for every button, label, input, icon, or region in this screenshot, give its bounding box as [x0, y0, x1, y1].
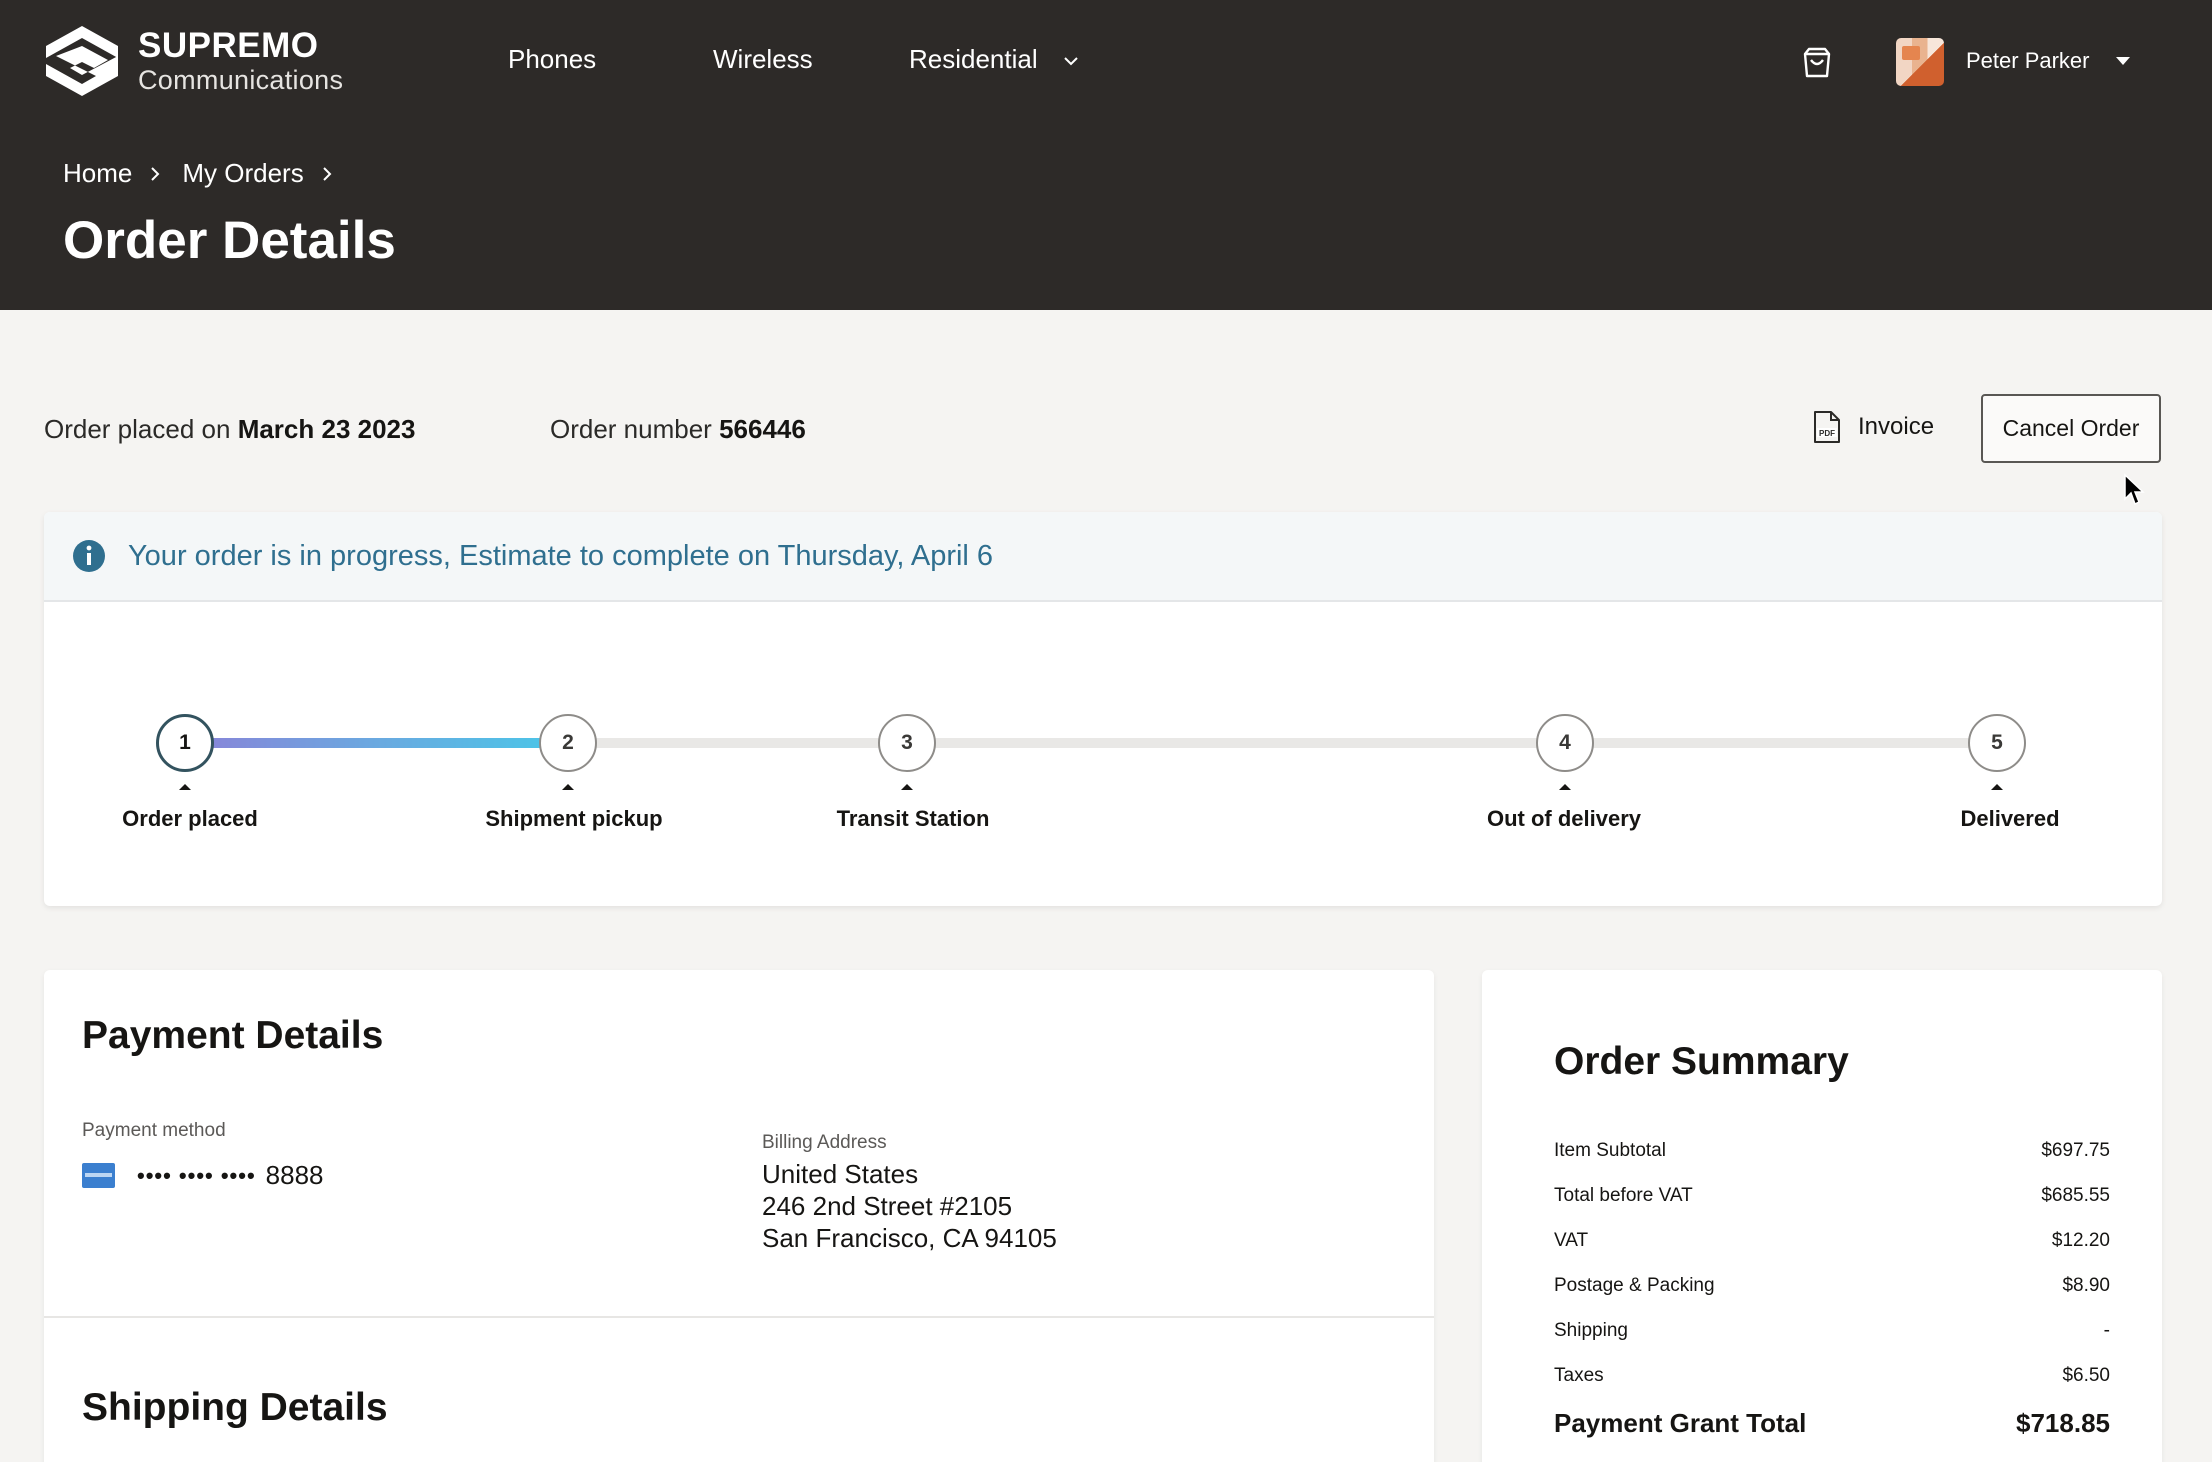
order-placed-label: Order placed on [44, 414, 231, 444]
brand-logo[interactable]: SUPREMO Communications [42, 22, 343, 100]
step-circle-2[interactable]: 2 [539, 714, 597, 772]
app-root: SUPREMO Communications Phones Wireless R… [0, 0, 2212, 1462]
summary-row-label: Shipping [1554, 1320, 1628, 1341]
summary-row-value: $8.90 [2062, 1275, 2110, 1296]
summary-row-label: VAT [1554, 1230, 1589, 1251]
caret-up-icon [1559, 784, 1571, 790]
invoice-label: Invoice [1858, 413, 1935, 440]
summary-row-value: - [2103, 1320, 2110, 1341]
step-circle-4[interactable]: 4 [1536, 714, 1594, 772]
payment-method-label: Payment method [82, 1120, 226, 1141]
payment-card: •••• •••• •••• 8888 [82, 1160, 324, 1191]
summary-row: VAT $12.20 [1554, 1230, 2110, 1252]
caret-up-icon [562, 784, 574, 790]
cancel-order-button[interactable]: Cancel Order [1981, 394, 2161, 463]
summary-row: Taxes $6.50 [1554, 1365, 2110, 1387]
chevron-down-icon [1064, 57, 1078, 66]
summary-row-value: $697.75 [2041, 1140, 2110, 1161]
summary-row-label: Postage & Packing [1554, 1275, 1715, 1296]
status-banner-text: Your order is in progress, Estimate to c… [128, 539, 994, 572]
section-divider [44, 1316, 1434, 1318]
pdf-icon: PDF [1814, 411, 1840, 443]
summary-row-value: $12.20 [2051, 1230, 2110, 1251]
step-circle-5[interactable]: 5 [1968, 714, 2026, 772]
summary-row-label: Taxes [1554, 1365, 1604, 1386]
nav-phones[interactable]: Phones [508, 44, 596, 75]
status-banner: Your order is in progress, Estimate to c… [44, 512, 2162, 602]
summary-row-value: $685.55 [2041, 1185, 2110, 1206]
order-status-card: Your order is in progress, Estimate to c… [44, 512, 2162, 906]
page-title: Order Details [63, 211, 396, 270]
step-label-2: Shipment pickup [485, 806, 663, 831]
payment-details-card: Payment Details Payment method •••• ••••… [44, 970, 1434, 1462]
summary-total-label: Payment Grant Total [1554, 1408, 1807, 1438]
brand-sub: Communications [138, 65, 344, 95]
breadcrumb-home[interactable]: Home [63, 158, 132, 189]
billing-line-street: 246 2nd Street #2105 [762, 1191, 1013, 1221]
order-number: Order number 566446 [550, 414, 806, 445]
order-number-value: 566446 [719, 414, 806, 444]
payment-details-title: Payment Details [82, 1014, 384, 1057]
summary-total-value: $718.85 [2016, 1408, 2110, 1438]
step-label-4: Out of delivery [1486, 806, 1642, 831]
user-name[interactable]: Peter Parker [1966, 48, 2090, 74]
summary-row: Shipping - [1554, 1320, 2110, 1342]
order-number-label: Order number [550, 414, 712, 444]
billing-address: United States 246 2nd Street #2105 San F… [762, 1158, 1057, 1254]
summary-row: Item Subtotal $697.75 [1554, 1140, 2110, 1162]
brand-name: SUPREMO [138, 26, 319, 65]
summary-row-value: $6.50 [2062, 1365, 2110, 1386]
order-summary-title: Order Summary [1554, 1040, 1849, 1083]
nav-residential-label: Residential [909, 44, 1038, 74]
summary-total-row: Payment Grant Total $718.85 [1554, 1408, 2110, 1439]
order-placed-date: March 23 2023 [237, 414, 416, 444]
nav-residential[interactable]: Residential [909, 44, 1079, 75]
shipping-details-title: Shipping Details [82, 1386, 388, 1429]
cart-icon[interactable] [1800, 46, 1834, 80]
step-label-5: Delivered [1960, 806, 2060, 831]
avatar[interactable] [1896, 38, 1944, 86]
invoice-link[interactable]: PDF Invoice [1812, 410, 1934, 444]
step-label-1: Order placed [122, 806, 258, 831]
brand-text: SUPREMO Communications [138, 28, 343, 94]
progress-fill [185, 738, 568, 748]
summary-row-label: Item Subtotal [1554, 1140, 1666, 1161]
mouse-cursor-icon [2124, 473, 2145, 506]
order-summary-card: Order Summary Item Subtotal $697.75 Total … [1482, 970, 2162, 1462]
order-placed: Order placed on March 23 2023 [44, 414, 415, 445]
step-label-3: Transit Station [836, 806, 990, 831]
info-icon [73, 540, 105, 572]
step-circle-3[interactable]: 3 [878, 714, 936, 772]
caret-up-icon [1991, 784, 2003, 790]
card-mask: •••• •••• •••• [137, 1162, 256, 1188]
breadcrumb: Home My Orders [63, 158, 354, 189]
chevron-right-icon [150, 166, 160, 182]
caret-up-icon [179, 784, 191, 790]
summary-row: Total before VAT $685.55 [1554, 1185, 2110, 1207]
card-last4: 8888 [265, 1160, 324, 1190]
billing-line-city: San Francisco, CA 94105 [762, 1223, 1057, 1253]
nav-wireless[interactable]: Wireless [713, 44, 813, 75]
header: SUPREMO Communications Phones Wireless R… [0, 0, 2212, 310]
svg-text:PDF: PDF [1819, 429, 1835, 438]
brand-mark-icon [46, 26, 118, 96]
caret-up-icon [901, 784, 913, 790]
caret-down-icon[interactable] [2115, 56, 2131, 66]
summary-row: Postage & Packing $8.90 [1554, 1275, 2110, 1297]
billing-address-label: Billing Address [762, 1132, 887, 1153]
progress-tracker: 1 Order placed 2 Shipment pickup 3 Transit St… [44, 602, 2162, 906]
breadcrumb-my-orders[interactable]: My Orders [182, 158, 303, 189]
amex-card-icon [82, 1163, 115, 1188]
chevron-right-icon [322, 166, 332, 182]
step-circle-1[interactable]: 1 [156, 714, 214, 772]
summary-row-label: Total before VAT [1554, 1185, 1693, 1206]
billing-line-country: United States [762, 1159, 919, 1189]
